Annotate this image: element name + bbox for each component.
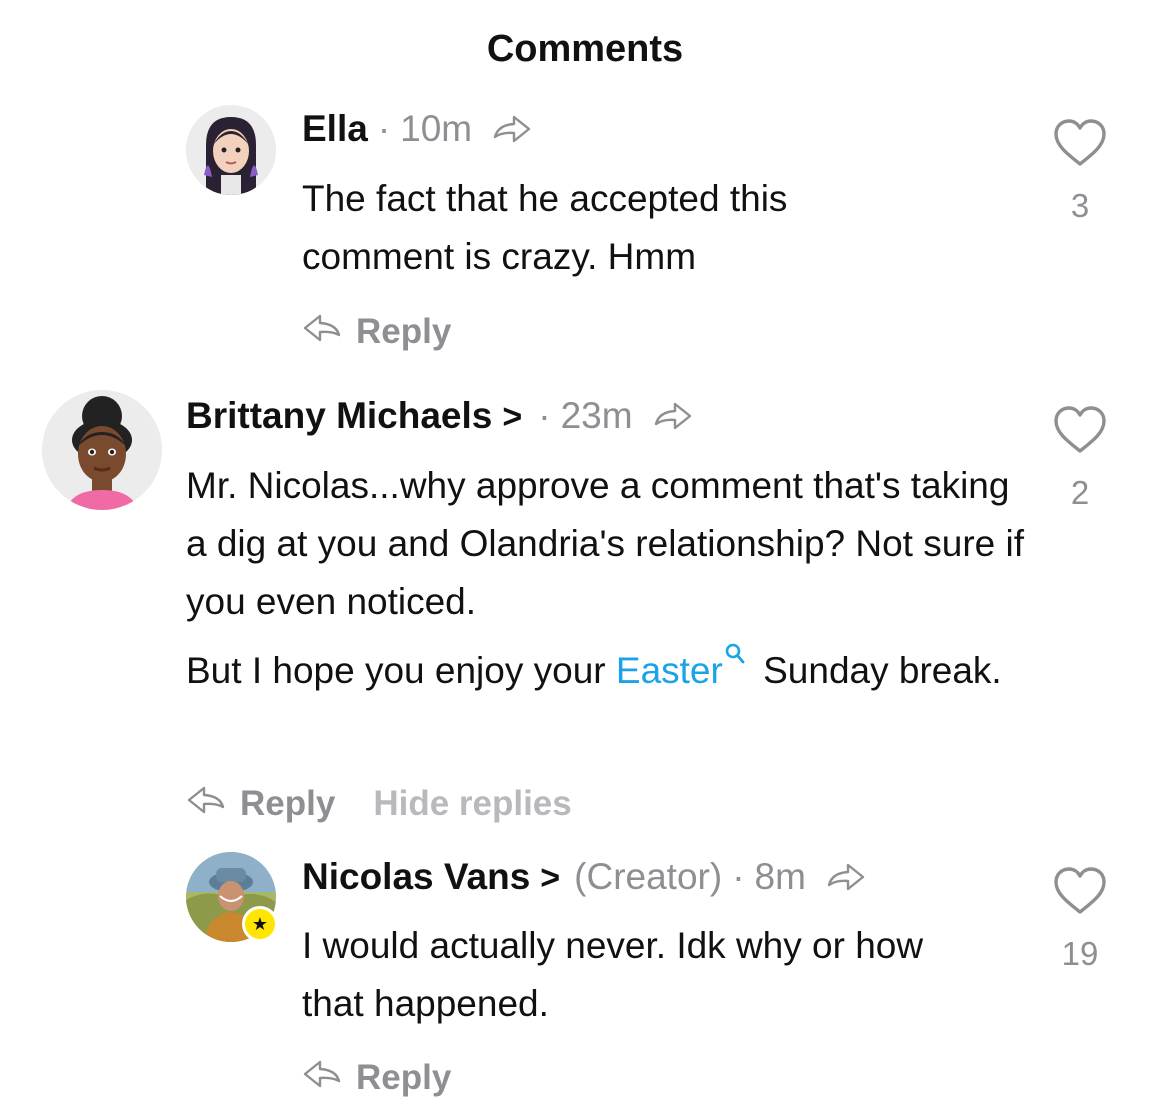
reply-label: Reply — [240, 784, 336, 823]
share-arrow-icon[interactable] — [492, 112, 532, 154]
meta-separator: · — [732, 856, 745, 897]
like-count: 19 — [1061, 935, 1099, 972]
comment-text: The fact that he accepted this comment i… — [302, 178, 788, 277]
like-count: 2 — [1070, 474, 1090, 511]
page-title: Comments — [486, 28, 684, 70]
meta-separator: · — [538, 395, 551, 436]
share-arrow-icon[interactable] — [826, 860, 866, 902]
reply-button[interactable]: Reply — [302, 312, 451, 352]
comment-text: But I hope you enjoy your Easter Sunday … — [186, 642, 1026, 700]
comment-author[interactable]: Ella — [302, 108, 368, 150]
like-count: 3 — [1070, 187, 1090, 224]
heart-outline-icon[interactable] — [1052, 405, 1108, 460]
avatar[interactable] — [186, 105, 276, 195]
reply-label: Reply — [356, 1058, 452, 1097]
search-icon[interactable] — [725, 624, 745, 682]
comment-text: I would actually never. Idk why or how t… — [302, 925, 924, 1024]
reply-arrow-icon — [302, 312, 342, 352]
comment-time: 8m — [754, 856, 806, 897]
creator-tag: (Creator) — [574, 856, 723, 897]
comment-author[interactable]: Brittany Michaels — [186, 395, 492, 437]
hashtag-link[interactable]: Easter — [616, 650, 723, 691]
comment-text-part: But I hope you enjoy your — [186, 650, 616, 691]
heart-outline-icon[interactable] — [1052, 866, 1108, 921]
reply-arrow-icon — [302, 1058, 342, 1098]
comment-text: Mr. Nicolas...why approve a comment that… — [186, 465, 1024, 622]
chevron-right-icon[interactable]: > — [540, 859, 560, 898]
meta-separator: · — [377, 108, 391, 149]
hide-replies-button[interactable]: Hide replies — [373, 784, 571, 824]
star-icon: ★ — [242, 906, 278, 942]
comment-time: 23m — [560, 395, 633, 436]
comment-time: 10m — [400, 108, 473, 149]
share-arrow-icon[interactable] — [653, 399, 693, 441]
reply-button[interactable]: Reply — [302, 1058, 451, 1098]
reply-label: Reply — [356, 312, 452, 351]
reply-arrow-icon — [186, 784, 226, 824]
comment-author[interactable]: Nicolas Vans — [302, 856, 530, 898]
avatar[interactable] — [42, 390, 162, 510]
heart-outline-icon[interactable] — [1052, 118, 1108, 173]
chevron-right-icon[interactable]: > — [502, 398, 522, 437]
comment-text-part: Sunday break. — [752, 650, 1002, 691]
reply-button[interactable]: Reply — [186, 784, 335, 824]
